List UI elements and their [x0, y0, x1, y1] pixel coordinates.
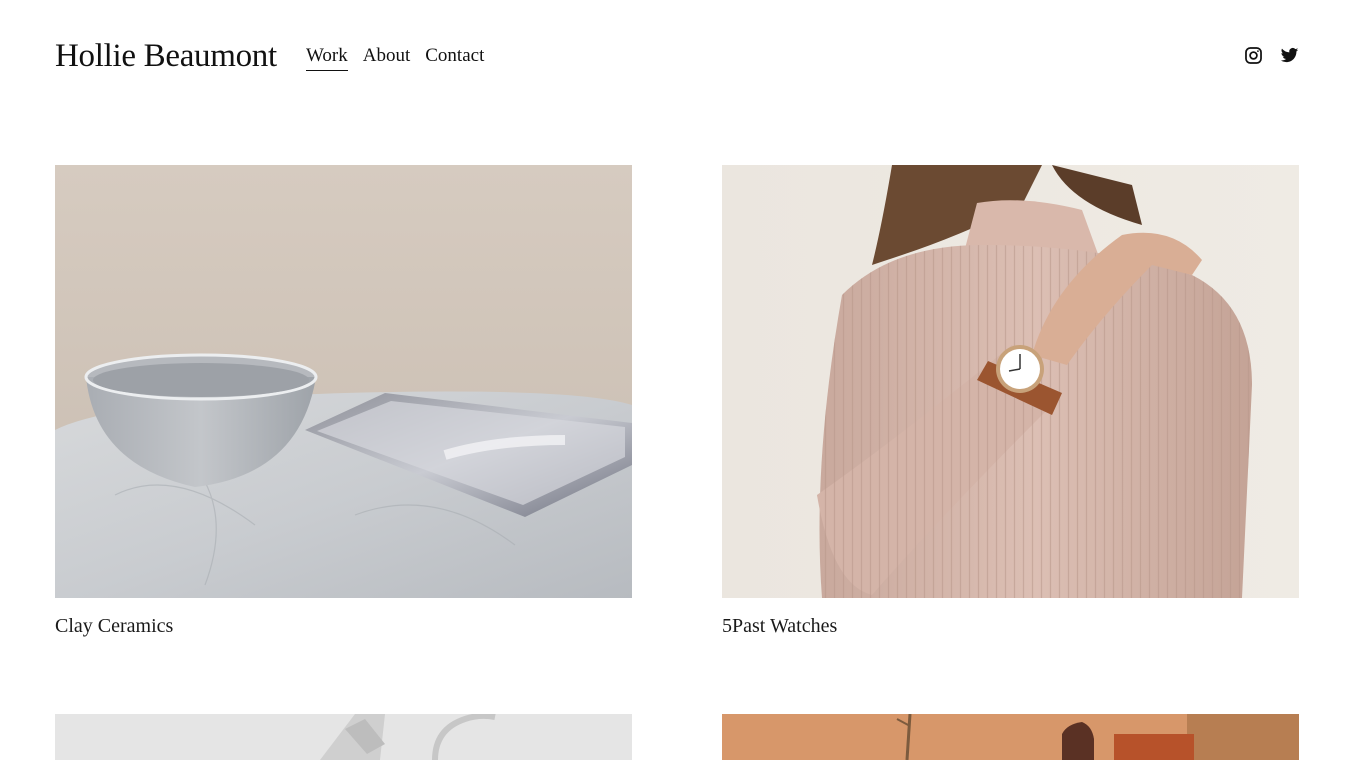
project-image-4[interactable] — [722, 714, 1299, 760]
project-title[interactable]: 5Past Watches — [722, 614, 837, 638]
site-header: Hollie Beaumont Work About Contact — [0, 0, 1350, 110]
nav-item-about[interactable]: About — [363, 44, 411, 71]
nav-item-work[interactable]: Work — [306, 44, 348, 71]
project-card-4[interactable] — [722, 714, 1299, 760]
project-card-3[interactable] — [55, 714, 632, 760]
project-card-clay-ceramics[interactable]: Clay Ceramics — [55, 165, 632, 637]
nav-item-contact[interactable]: Contact — [425, 44, 484, 71]
project-image-ceramics[interactable] — [55, 165, 632, 598]
project-image-watches[interactable] — [722, 165, 1299, 598]
site-title[interactable]: Hollie Beaumont — [55, 34, 277, 78]
main-nav: Work About Contact — [306, 44, 484, 71]
twitter-icon[interactable] — [1280, 46, 1299, 65]
instagram-icon[interactable] — [1244, 46, 1263, 65]
project-image-3[interactable] — [55, 714, 632, 760]
project-card-5past-watches[interactable]: 5Past Watches — [722, 165, 1299, 637]
project-title[interactable]: Clay Ceramics — [55, 614, 173, 638]
social-links — [1244, 46, 1299, 65]
